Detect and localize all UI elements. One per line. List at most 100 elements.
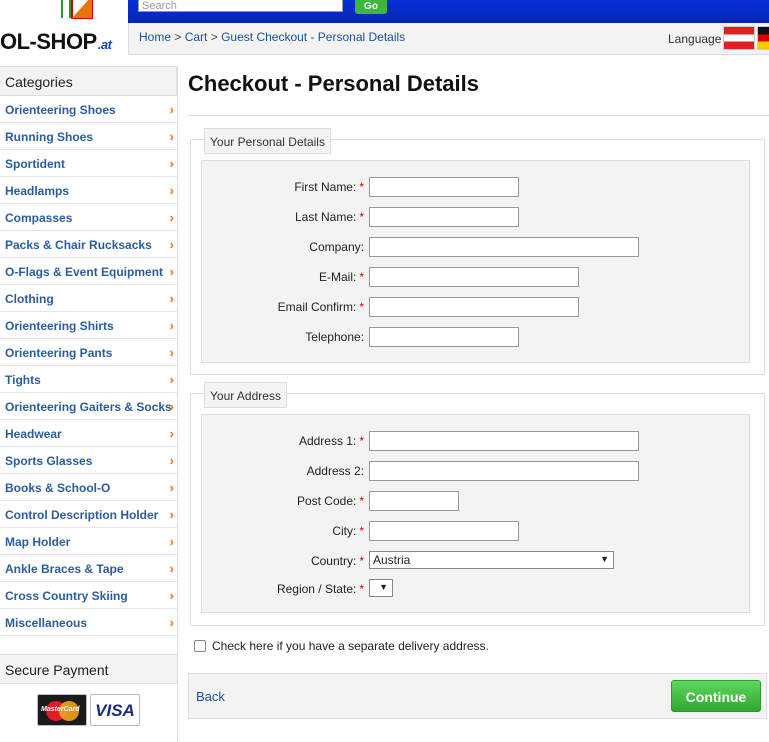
category-item[interactable]: Orienteering Shirts ›	[0, 312, 177, 339]
sidebar: Categories Orienteering Shoes › Running Sh…	[0, 66, 178, 742]
chevron-right-icon: ›	[169, 453, 174, 468]
text-input[interactable]	[369, 207, 519, 227]
category-item[interactable]: Running Shoes ›	[0, 123, 177, 150]
personal-details-form: First Name: * Last Name: * Company: E-Mail: * E…	[201, 160, 750, 363]
text-input[interactable]	[369, 521, 519, 541]
field-label: Email Confirm: *	[277, 300, 364, 314]
category-item[interactable]: Headwear ›	[0, 420, 177, 447]
text-input[interactable]	[369, 177, 519, 197]
category-item[interactable]: Tights ›	[0, 366, 177, 393]
category-label: Control Description Holder	[5, 508, 159, 522]
breadcrumb-cart[interactable]: Cart	[185, 30, 208, 44]
category-label: Clothing	[5, 292, 54, 306]
search-input[interactable]: Search	[138, 0, 343, 12]
germany-flag-icon[interactable]	[757, 26, 769, 50]
separate-delivery-checkbox[interactable]	[194, 640, 206, 652]
chevron-right-icon: ›	[169, 156, 174, 171]
field-label: Telephone:	[305, 330, 364, 344]
category-label: Cross Country Skiing	[5, 589, 128, 603]
category-item[interactable]: Orienteering Shoes ›	[0, 96, 177, 123]
form-row: Region / State: * ▼	[202, 579, 749, 599]
shop-logo[interactable]: OL-SHOP.at	[0, 0, 128, 55]
form-row: Address 2:	[202, 461, 749, 481]
chevron-right-icon: ›	[169, 183, 174, 198]
separate-delivery-option[interactable]: Check here if you have a separate delive…	[194, 639, 489, 653]
select-field[interactable]: Austria ▼	[369, 551, 614, 569]
breadcrumb: Home > Cart > Guest Checkout - Personal …	[139, 30, 405, 44]
breadcrumb-current[interactable]: Guest Checkout - Personal Details	[221, 30, 405, 44]
required-marker: *	[359, 434, 364, 448]
category-item[interactable]: Sports Glasses ›	[0, 447, 177, 474]
category-item[interactable]: Cross Country Skiing ›	[0, 582, 177, 609]
required-marker: *	[359, 180, 364, 194]
category-label: Packs & Chair Rucksacks	[5, 238, 152, 252]
search-go-button[interactable]: Go	[355, 0, 387, 14]
category-label: Headlamps	[5, 184, 70, 198]
category-item[interactable]: Map Holder ›	[0, 528, 177, 555]
personal-details-legend: Your Personal Details	[204, 128, 331, 154]
logo-mark-icon	[61, 0, 93, 19]
form-row: Last Name: *	[202, 207, 749, 227]
form-row: First Name: *	[202, 177, 749, 197]
page: OL-SHOP.at Search Go Home > Cart > Guest…	[0, 0, 769, 742]
category-item[interactable]: Packs & Chair Rucksacks ›	[0, 231, 177, 258]
text-input[interactable]	[369, 267, 579, 287]
category-item[interactable]: Orienteering Gaiters & Socks ›	[0, 393, 177, 420]
continue-button[interactable]: Continue	[671, 680, 761, 712]
address-section: Your Address Address 1: * Address 2: Post C…	[190, 382, 765, 626]
category-label: Miscellaneous	[5, 616, 88, 630]
category-label: Headwear	[5, 427, 62, 441]
category-label: Sportident	[5, 157, 65, 171]
required-marker: *	[359, 300, 364, 314]
category-item[interactable]: Ankle Braces & Tape ›	[0, 555, 177, 582]
select-field[interactable]: ▼	[369, 579, 393, 597]
main-content: Checkout - Personal Details Your Persona…	[188, 66, 769, 719]
category-item[interactable]: Orienteering Pants ›	[0, 339, 177, 366]
field-label: Country: *	[310, 554, 364, 568]
chevron-right-icon: ›	[169, 291, 174, 306]
chevron-right-icon: ›	[169, 345, 174, 360]
field-label: Company:	[309, 240, 364, 254]
category-label: Orienteering Shoes	[5, 103, 116, 117]
logo-wordmark: OL-SHOP.at	[0, 29, 112, 54]
text-input[interactable]	[369, 491, 459, 511]
category-label: Ankle Braces & Tape	[5, 562, 124, 576]
category-item[interactable]: Headlamps ›	[0, 177, 177, 204]
category-label: Orienteering Gaiters & Socks	[5, 400, 172, 414]
form-row: Post Code: *	[202, 491, 749, 511]
chevron-right-icon: ›	[169, 534, 174, 549]
category-item[interactable]: Clothing ›	[0, 285, 177, 312]
back-link[interactable]: Back	[196, 689, 225, 704]
required-marker: *	[359, 270, 364, 284]
text-input[interactable]	[369, 431, 639, 451]
chevron-right-icon: ›	[169, 480, 174, 495]
text-input[interactable]	[369, 461, 639, 481]
text-input[interactable]	[369, 237, 639, 257]
austria-flag-icon[interactable]	[723, 26, 755, 50]
breadcrumb-separator: >	[210, 30, 218, 44]
chevron-right-icon: ›	[169, 507, 174, 522]
category-item[interactable]: Miscellaneous ›	[0, 609, 177, 636]
mastercard-icon: MasterCard	[37, 694, 87, 726]
separate-delivery-label: Check here if you have a separate delive…	[212, 639, 489, 653]
form-row: Telephone:	[202, 327, 749, 347]
category-item[interactable]: Books & School-O ›	[0, 474, 177, 501]
breadcrumb-home[interactable]: Home	[139, 30, 171, 44]
category-item[interactable]: Compasses ›	[0, 204, 177, 231]
text-input[interactable]	[369, 297, 579, 317]
text-input[interactable]	[369, 327, 519, 347]
language-label: Language	[668, 32, 722, 46]
category-item[interactable]: Sportident ›	[0, 150, 177, 177]
category-label: Orienteering Pants	[5, 346, 113, 360]
required-marker: *	[359, 494, 364, 508]
address-form: Address 1: * Address 2: Post Code: * City: * Co…	[201, 414, 750, 613]
category-label: Books & School-O	[5, 481, 111, 495]
category-item[interactable]: Control Description Holder ›	[0, 501, 177, 528]
field-label: E-Mail: *	[318, 270, 364, 284]
category-label: Orienteering Shirts	[5, 319, 114, 333]
category-item[interactable]: O-Flags & Event Equipment ›	[0, 258, 177, 285]
form-row: E-Mail: *	[202, 267, 749, 287]
chevron-right-icon: ›	[169, 318, 174, 333]
categories-title: Categories	[0, 66, 177, 96]
category-list: Orienteering Shoes › Running Shoes › Sportid…	[0, 96, 177, 636]
